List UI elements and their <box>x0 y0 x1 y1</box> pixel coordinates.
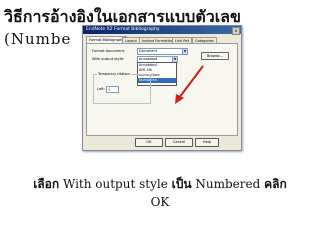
caption-ok-word: OK <box>150 195 170 209</box>
caption-click-word: คลิก <box>264 177 287 191</box>
format-bibliography-dialog: EndNote X2 Format Bibliography x Format … <box>82 25 242 151</box>
pointer-arrow-icon <box>175 65 204 104</box>
caption-output-style-phrase: With output style <box>62 177 168 191</box>
caption-numbered-phrase: Numbered <box>195 177 261 191</box>
caption-line1: เลือก With output style เป็น Numbered คล… <box>0 175 320 193</box>
caption-select-word: เลือก <box>33 177 60 191</box>
instruction-caption: เลือก With output style เป็น Numbered คล… <box>0 175 320 211</box>
caption-be-word: เป็น <box>171 177 192 191</box>
